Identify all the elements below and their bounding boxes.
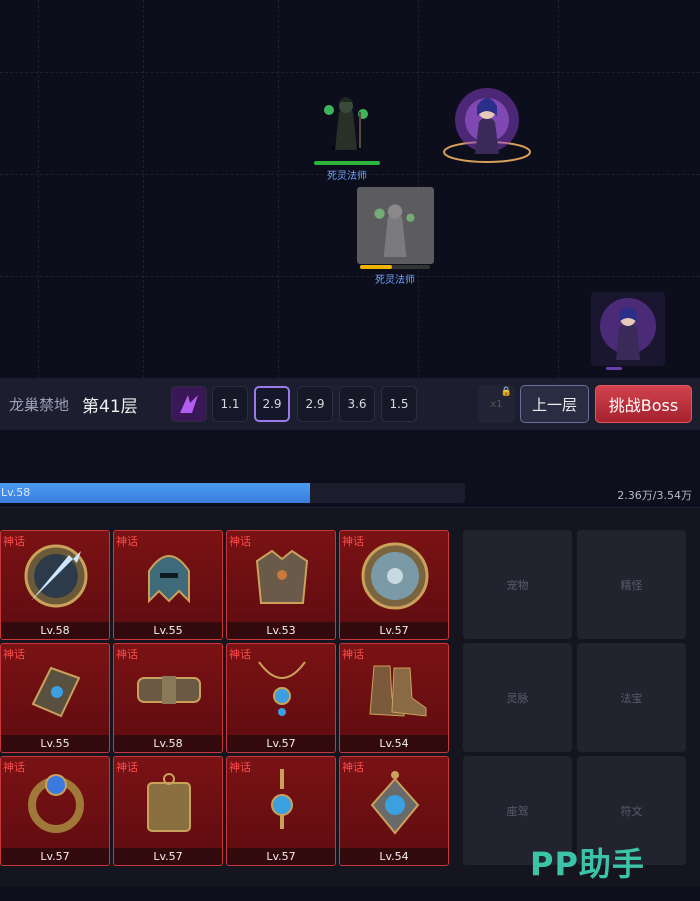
belt-icon: [137, 676, 201, 704]
amulet-icon: [370, 771, 420, 835]
boots-icon: [369, 665, 427, 717]
equipment-slot[interactable]: 神话 Lv.58: [0, 530, 110, 640]
speed-slot-2[interactable]: 2.9: [254, 386, 290, 422]
bracer-icon: [31, 666, 81, 718]
enemy-necromancer-faded[interactable]: [357, 187, 434, 264]
equipment-slot[interactable]: 神话 Lv.57: [339, 530, 449, 640]
item-level: Lv.57: [1, 848, 109, 865]
round-shield-icon: [361, 542, 429, 610]
skill-icon[interactable]: [171, 386, 207, 422]
ring-icon: [28, 774, 84, 833]
enemy-name: 死灵法师: [375, 275, 415, 286]
game-screen: 死灵法师 死灵法师 龙巢禁地 第41层 1.1 2.9 2.9 3.6 1.5 …: [0, 0, 700, 901]
equipment-slot[interactable]: 神话 Lv.58: [113, 643, 223, 753]
equipment-slot[interactable]: 神话 Lv.55: [113, 530, 223, 640]
item-level: Lv.57: [114, 848, 222, 865]
chest-armor-icon: [255, 549, 309, 604]
item-level: Lv.57: [340, 622, 448, 639]
enemy-necromancer[interactable]: [311, 88, 381, 168]
battlefield: 死灵法师 死灵法师: [0, 0, 700, 378]
speed-slot-1[interactable]: 1.1: [212, 386, 248, 422]
grid-line: [558, 0, 559, 378]
enemy-hp-bar: [360, 265, 430, 269]
equipment-slot[interactable]: 神话 Lv.53: [226, 530, 336, 640]
speed-value: 2.9: [305, 397, 325, 411]
multiplier-label: x1: [490, 398, 503, 410]
equipment-panel: 神话 Lv.58 神话 Lv.55 神话 Lv.53 神话 Lv.57 神话 Lv.55 神话 Lv.…: [0, 507, 700, 887]
treasure-button[interactable]: 法宝: [577, 643, 686, 752]
speed-value: 1.1: [220, 397, 240, 411]
helmet-icon: [148, 555, 190, 604]
grid-line: [38, 0, 39, 378]
equipment-slot[interactable]: 神话 Lv.54: [339, 643, 449, 753]
speed-value: 1.5: [389, 397, 409, 411]
item-level: Lv.54: [340, 848, 448, 865]
hero-portrait[interactable]: [591, 292, 665, 366]
grid-line: [278, 0, 279, 378]
hero-mana-bar: [606, 367, 622, 370]
spirit-button[interactable]: 精怪: [577, 530, 686, 639]
equipment-slot[interactable]: 神话 Lv.57: [226, 643, 336, 753]
hero-character[interactable]: [441, 82, 533, 166]
grid-line: [0, 72, 700, 73]
xp-bar: Lv.58 2.36万/3.54万: [0, 483, 700, 503]
purple-claw-icon: [180, 395, 198, 413]
multiplier-button-locked[interactable]: x1 🔒: [478, 385, 515, 423]
spear-shield-icon: [24, 544, 88, 608]
item-level: Lv.53: [227, 622, 335, 639]
xp-level: Lv.58: [1, 486, 31, 499]
speed-slot-4[interactable]: 3.6: [339, 386, 375, 422]
equipment-slot[interactable]: 神话 Lv.54: [339, 756, 449, 866]
item-level: Lv.58: [114, 735, 222, 752]
previous-floor-button[interactable]: 上一层: [520, 385, 589, 423]
necromancer-sprite: [374, 204, 415, 257]
enemy-hp-bar: [314, 161, 380, 165]
floor-bar: 龙巢禁地 第41层 1.1 2.9 2.9 3.6 1.5 x1 🔒 上一层 挑…: [0, 378, 700, 430]
speed-slot-5[interactable]: 1.5: [381, 386, 417, 422]
zone-name: 龙巢禁地: [9, 396, 70, 414]
xp-fill: [0, 483, 311, 503]
grid-line: [0, 276, 700, 277]
equipment-slot[interactable]: 神话 Lv.57: [113, 756, 223, 866]
earring-icon: [271, 769, 293, 829]
item-level: Lv.57: [227, 848, 335, 865]
necromancer-sprite: [324, 97, 368, 151]
speed-value: 3.6: [347, 397, 367, 411]
item-level: Lv.55: [1, 735, 109, 752]
vein-button[interactable]: 灵脉: [463, 643, 572, 752]
item-level: Lv.57: [227, 735, 335, 752]
equipment-slot[interactable]: 神话 Lv.57: [226, 756, 336, 866]
grid-line: [143, 0, 144, 378]
equipment-slot[interactable]: 神话 Lv.55: [0, 643, 110, 753]
token-icon: [147, 773, 191, 832]
xp-value: 2.36万/3.54万: [617, 489, 692, 502]
necklace-icon: [258, 661, 306, 716]
bottom-strip: [0, 887, 700, 901]
watermark-logo: PP助手: [530, 845, 645, 883]
pet-button[interactable]: 宠物: [463, 530, 572, 639]
xp-track: [0, 483, 465, 503]
hero-sprite: [443, 88, 531, 163]
hero-sprite: [600, 298, 656, 360]
speed-value: 2.9: [262, 397, 282, 411]
equipment-slot[interactable]: 神话 Lv.57: [0, 756, 110, 866]
item-level: Lv.58: [1, 622, 109, 639]
speed-slot-3[interactable]: 2.9: [297, 386, 333, 422]
floor-level: 第41层: [82, 397, 138, 417]
lock-icon: 🔒: [500, 387, 512, 397]
challenge-boss-button[interactable]: 挑战Boss: [595, 385, 692, 423]
item-level: Lv.55: [114, 622, 222, 639]
enemy-name: 死灵法师: [327, 171, 367, 182]
item-level: Lv.54: [340, 735, 448, 752]
